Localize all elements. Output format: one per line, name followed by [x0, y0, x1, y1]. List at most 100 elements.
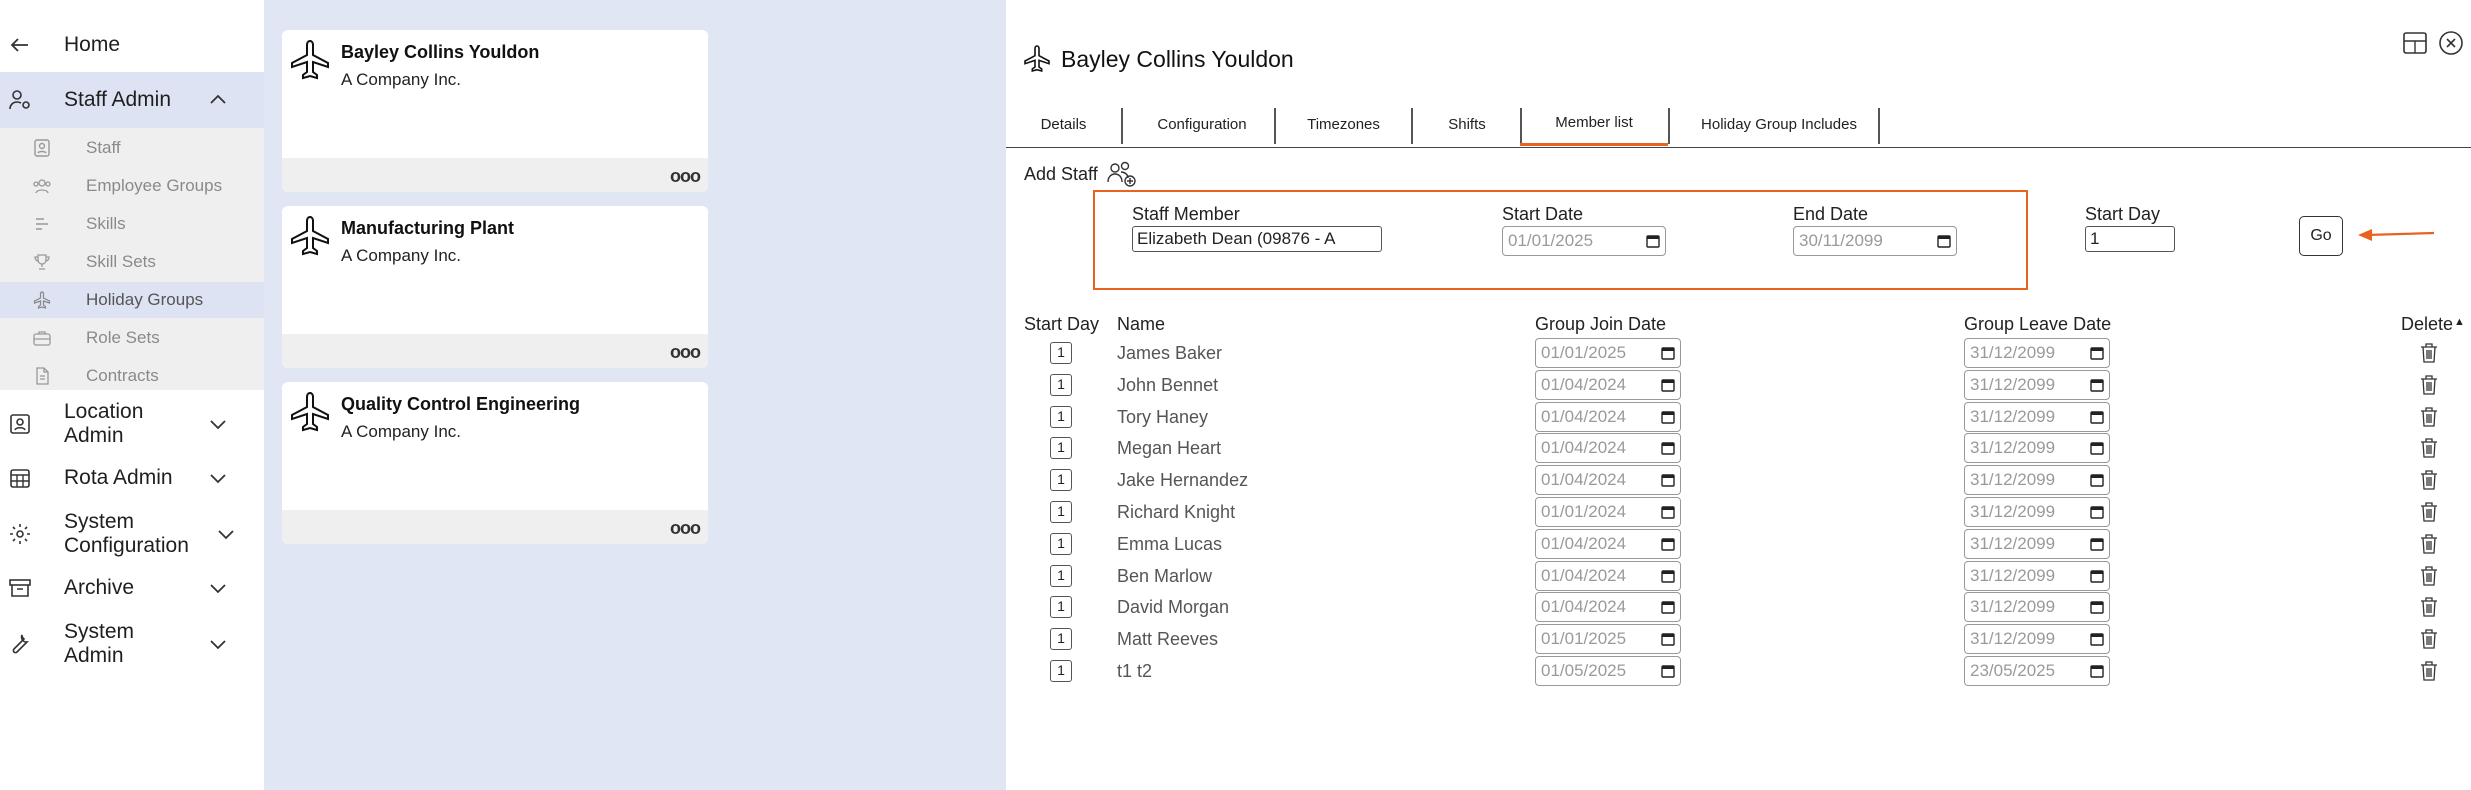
sidebar-item-role-sets[interactable]: Role Sets	[0, 320, 264, 356]
sidebar-item-skills[interactable]: Skills	[0, 206, 264, 242]
leave-date-input[interactable]: 31/12/2099	[1964, 497, 2110, 527]
chevron-down-icon[interactable]	[206, 632, 230, 656]
start-day-field[interactable]: 1	[1050, 469, 1072, 492]
join-date-input[interactable]: 01/04/2024	[1535, 592, 1681, 623]
calendar-icon[interactable]	[1661, 537, 1675, 551]
sidebar-item-rota-admin[interactable]: Rota Admin	[0, 462, 264, 494]
column-header-name[interactable]: Name	[1117, 314, 1165, 335]
start-day-field[interactable]: 1	[1050, 405, 1072, 428]
calendar-icon[interactable]	[2090, 569, 2104, 583]
start-day-field[interactable]: 1	[1050, 373, 1072, 396]
tab-configuration[interactable]: Configuration	[1123, 102, 1281, 146]
join-date-input[interactable]: 01/04/2024	[1535, 433, 1681, 464]
calendar-icon[interactable]	[2090, 378, 2104, 392]
calendar-icon[interactable]	[2090, 632, 2104, 646]
start-day-field[interactable]: 1	[1050, 564, 1072, 587]
sidebar-item-skill-sets[interactable]: Skill Sets	[0, 244, 264, 280]
leave-date-input[interactable]: 31/12/2099	[1964, 560, 2110, 591]
join-date-input[interactable]: 01/04/2024	[1535, 560, 1681, 591]
chevron-down-icon[interactable]	[206, 412, 230, 436]
tab-holiday-group-includes[interactable]: Holiday Group Includes	[1670, 102, 1888, 146]
calendar-icon[interactable]	[1661, 473, 1675, 487]
calendar-icon[interactable]	[2090, 410, 2104, 424]
start-day-field[interactable]: 1	[1050, 628, 1072, 651]
chevron-down-icon[interactable]	[214, 522, 238, 546]
sidebar-item-system-admin[interactable]: System Admin	[0, 616, 264, 672]
calendar-icon[interactable]	[1661, 569, 1675, 583]
join-date-input[interactable]: 01/01/2025	[1535, 338, 1681, 368]
join-date-input[interactable]: 01/01/2024	[1535, 497, 1681, 527]
start-day-input[interactable]: 1	[2085, 226, 2175, 252]
sidebar-item-location-admin[interactable]: Location Admin	[0, 396, 264, 452]
go-button[interactable]: Go	[2299, 216, 2343, 256]
join-date-input[interactable]: 01/04/2024	[1535, 369, 1681, 400]
join-date-input[interactable]: 01/04/2024	[1535, 528, 1681, 559]
trash-icon[interactable]	[2419, 565, 2439, 587]
trash-icon[interactable]	[2419, 533, 2439, 555]
sidebar-item-contracts[interactable]: Contracts	[0, 358, 264, 394]
chevron-up-icon[interactable]	[206, 88, 230, 112]
leave-date-input[interactable]: 31/12/2099	[1964, 338, 2110, 368]
trash-icon[interactable]	[2419, 628, 2439, 650]
trash-icon[interactable]	[2419, 406, 2439, 428]
leave-date-input[interactable]: 23/05/2025	[1964, 656, 2110, 686]
calendar-icon[interactable]	[2090, 664, 2104, 678]
join-date-input[interactable]: 01/01/2025	[1535, 624, 1681, 655]
calendar-icon[interactable]	[1661, 505, 1675, 519]
trash-icon[interactable]	[2419, 437, 2439, 459]
sidebar-item-archive[interactable]: Archive	[0, 572, 264, 604]
calendar-icon[interactable]	[1937, 234, 1951, 248]
calendar-icon[interactable]	[2090, 600, 2104, 615]
trash-icon[interactable]	[2419, 501, 2439, 523]
tab-shifts[interactable]: Shifts	[1413, 102, 1521, 146]
trash-icon[interactable]	[2419, 660, 2439, 682]
join-date-input[interactable]: 01/04/2024	[1535, 465, 1681, 496]
calendar-icon[interactable]	[1661, 441, 1675, 456]
leave-date-input[interactable]: 31/12/2099	[1964, 592, 2110, 623]
calendar-icon[interactable]	[1646, 234, 1660, 248]
start-day-field[interactable]: 1	[1050, 660, 1072, 682]
join-date-input[interactable]: 01/05/2025	[1535, 656, 1681, 686]
join-date-input[interactable]: 01/04/2024	[1535, 401, 1681, 432]
column-header-group-leave-date[interactable]: Group Leave Date	[1964, 314, 2111, 335]
calendar-icon[interactable]	[1661, 410, 1675, 424]
calendar-icon[interactable]	[1661, 600, 1675, 615]
sidebar-item-employee-groups[interactable]: Employee Groups	[0, 168, 264, 204]
sidebar-item-home[interactable]: Home	[0, 30, 264, 60]
layout-toggle-icon[interactable]	[2402, 30, 2428, 56]
calendar-icon[interactable]	[2090, 473, 2104, 487]
leave-date-input[interactable]: 31/12/2099	[1964, 528, 2110, 559]
column-header-group-join-date[interactable]: Group Join Date	[1535, 314, 1666, 335]
start-day-field[interactable]: 1	[1050, 342, 1072, 364]
sidebar-item-holiday-groups[interactable]: Holiday Groups	[0, 282, 264, 318]
tab-details[interactable]: Details	[1006, 102, 1121, 146]
holiday-group-card[interactable]: Manufacturing Plant A Company Inc. ooo	[282, 206, 708, 368]
end-date-input[interactable]: 30/11/2099	[1793, 226, 1957, 256]
more-options-icon[interactable]: ooo	[670, 518, 701, 539]
column-header-delete[interactable]: Delete	[2401, 314, 2453, 335]
sidebar-item-system-configuration[interactable]: System Configuration	[0, 506, 264, 562]
calendar-icon[interactable]	[1661, 346, 1675, 360]
holiday-group-card[interactable]: Quality Control Engineering A Company In…	[282, 382, 708, 544]
chevron-down-icon[interactable]	[206, 576, 230, 600]
calendar-icon[interactable]	[1661, 664, 1675, 678]
tab-timezones[interactable]: Timezones	[1276, 102, 1411, 146]
trash-icon[interactable]	[2419, 374, 2439, 396]
sort-ascending-icon[interactable]: ▲	[2454, 316, 2465, 328]
calendar-icon[interactable]	[1661, 632, 1675, 646]
calendar-icon[interactable]	[2090, 537, 2104, 551]
more-options-icon[interactable]: ooo	[670, 166, 701, 187]
leave-date-input[interactable]: 31/12/2099	[1964, 465, 2110, 496]
column-header-start-day[interactable]: Start Day	[1024, 314, 1099, 335]
trash-icon[interactable]	[2419, 469, 2439, 491]
chevron-down-icon[interactable]	[206, 466, 230, 490]
start-day-field[interactable]: 1	[1050, 596, 1072, 619]
calendar-icon[interactable]	[2090, 441, 2104, 456]
sidebar-item-staff-admin[interactable]: Staff Admin	[0, 72, 264, 128]
staff-member-input[interactable]: Elizabeth Dean (09876 - A	[1132, 226, 1382, 252]
leave-date-input[interactable]: 31/12/2099	[1964, 433, 2110, 464]
add-people-icon[interactable]	[1107, 160, 1137, 188]
calendar-icon[interactable]	[2090, 505, 2104, 519]
start-date-input[interactable]: 01/01/2025	[1502, 226, 1666, 256]
start-day-field[interactable]: 1	[1050, 532, 1072, 555]
